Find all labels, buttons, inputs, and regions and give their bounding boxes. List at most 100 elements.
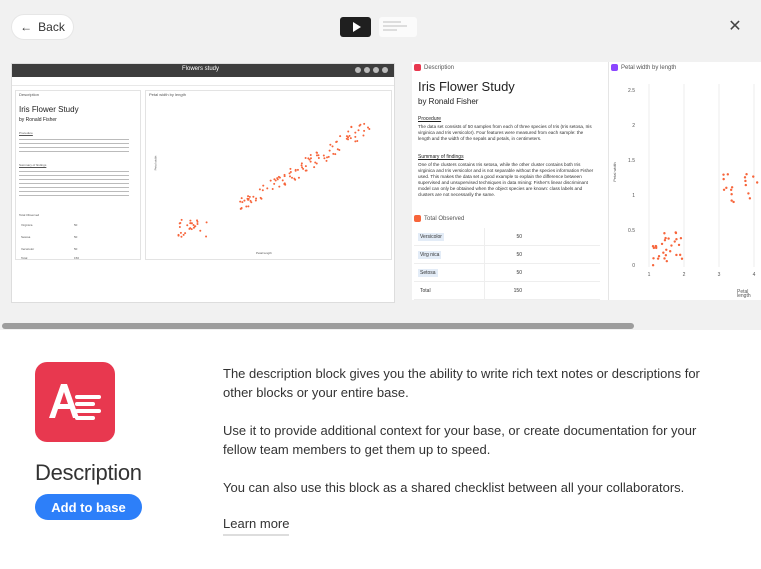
scatter-point	[252, 195, 255, 198]
header-bar: ← Back ✕	[0, 0, 761, 58]
scatter-point	[241, 201, 244, 204]
description-icon	[414, 64, 421, 71]
total-block-label: Total Observed	[424, 215, 465, 222]
x-tick-label: 4	[753, 272, 756, 278]
description-paragraph: Use it to provide additional context for…	[223, 423, 697, 457]
scatter-point	[339, 135, 342, 138]
screenshot-thumbnail-button[interactable]	[379, 17, 417, 37]
scatter-point	[327, 155, 330, 158]
scatter-point	[744, 183, 748, 187]
scatter-point	[188, 227, 191, 230]
x-tick-label: 2	[683, 272, 686, 278]
gallery-scrollbar[interactable]	[0, 321, 761, 330]
procedure-heading: Procedure	[418, 116, 442, 122]
table-row: Versicolor 50	[414, 228, 600, 246]
scatter-point	[332, 152, 335, 155]
scatter-point	[747, 192, 750, 195]
mini-row-value: 50	[74, 247, 78, 251]
summary-icon	[414, 215, 421, 222]
scatter-point	[186, 224, 189, 227]
screenshot-1[interactable]: Flowers study Description Iris Flower St…	[11, 63, 395, 303]
scatter-point	[730, 186, 734, 189]
scatter-point	[190, 222, 193, 225]
back-label: Back	[38, 20, 65, 34]
scatter-point	[294, 178, 297, 181]
scatter-point	[296, 168, 299, 171]
scatter-point	[278, 185, 281, 188]
desc-block-label: Description	[424, 64, 455, 71]
scatter-point	[673, 240, 676, 243]
description-paragraph: You can also use this block as a shared …	[223, 480, 685, 495]
row-value: 50	[484, 228, 526, 245]
scatter-point	[269, 179, 272, 182]
screenshot-gallery[interactable]: Flowers study Description Iris Flower St…	[0, 58, 761, 330]
scatter-point	[348, 134, 351, 137]
scatter-point	[184, 232, 187, 235]
close-button[interactable]: ✕	[727, 17, 743, 37]
app-description: The description block gives you the abil…	[223, 364, 733, 516]
scatter-point	[743, 176, 747, 179]
scatter-point	[349, 137, 352, 140]
mini-procedure-label: Procedure	[19, 131, 33, 135]
scatter-point	[182, 233, 185, 236]
mini-x-axis-label: Petal length	[256, 251, 272, 255]
y-tick-label: 2	[632, 123, 635, 129]
back-button[interactable]: ← Back	[12, 15, 73, 39]
thumbnail-line	[383, 29, 397, 31]
scatter-point	[247, 198, 250, 201]
scatter-point	[722, 188, 726, 191]
scatter-point	[726, 173, 730, 176]
mini-row-name: Total	[21, 256, 28, 260]
scatter-point	[662, 251, 665, 254]
scatter-point	[725, 186, 728, 190]
scatter-point	[680, 257, 684, 260]
scrollbar-thumb[interactable]	[2, 323, 634, 329]
scatter-point	[309, 153, 312, 156]
scatter-point	[745, 173, 748, 176]
scatter-point	[205, 235, 208, 238]
row-name: Virg nica	[418, 250, 442, 259]
desc-block-header: Description	[414, 64, 454, 71]
scatter-point	[368, 128, 371, 131]
description-text-icon	[35, 362, 115, 442]
app-name: Description	[35, 460, 142, 485]
scatter-point	[730, 193, 733, 196]
table-row: Setosa 50	[414, 264, 600, 282]
video-thumbnail-button[interactable]	[340, 17, 371, 37]
scatter-point	[675, 253, 678, 257]
mini-summary-label: Summary of findings	[19, 163, 47, 167]
thumbnail-line	[383, 25, 407, 27]
scatter-point	[651, 264, 655, 267]
scatter-point	[748, 197, 752, 200]
doc-title: Iris Flower Study	[418, 79, 515, 94]
scatter-point	[654, 244, 657, 248]
row-value: 50	[484, 246, 526, 263]
scatter-point	[283, 173, 286, 176]
scatter-point	[179, 231, 182, 234]
scatter-point	[665, 248, 668, 251]
mini-description-card: Description Iris Flower Study by Ronald …	[15, 90, 141, 260]
scatter-point	[730, 199, 733, 202]
scatter-point	[663, 239, 667, 242]
scatter-point	[664, 254, 668, 257]
scatter-point	[322, 154, 325, 157]
scatter-point	[345, 135, 348, 138]
table-row: Virg nica 50	[414, 246, 600, 264]
scatter-point	[315, 154, 318, 157]
scatter-point	[328, 149, 331, 152]
learn-more-link[interactable]: Learn more	[223, 516, 290, 536]
scatter-point	[660, 242, 664, 246]
y-axis-label: Petal width	[611, 162, 617, 182]
scatter-point	[674, 231, 678, 235]
screenshot-2[interactable]: Description Iris Flower Study by Ronald …	[412, 62, 761, 300]
scatter-point	[363, 129, 366, 132]
add-to-base-button[interactable]: Add to base	[35, 494, 142, 520]
scatter-point	[304, 157, 307, 160]
scatter-point	[240, 197, 243, 200]
scatter-point	[347, 130, 350, 133]
table-row: Total 150	[414, 282, 600, 300]
scatter-point	[331, 145, 334, 148]
scatter-point	[308, 158, 311, 161]
scatter-point	[261, 189, 264, 192]
row-value: 50	[484, 264, 526, 281]
